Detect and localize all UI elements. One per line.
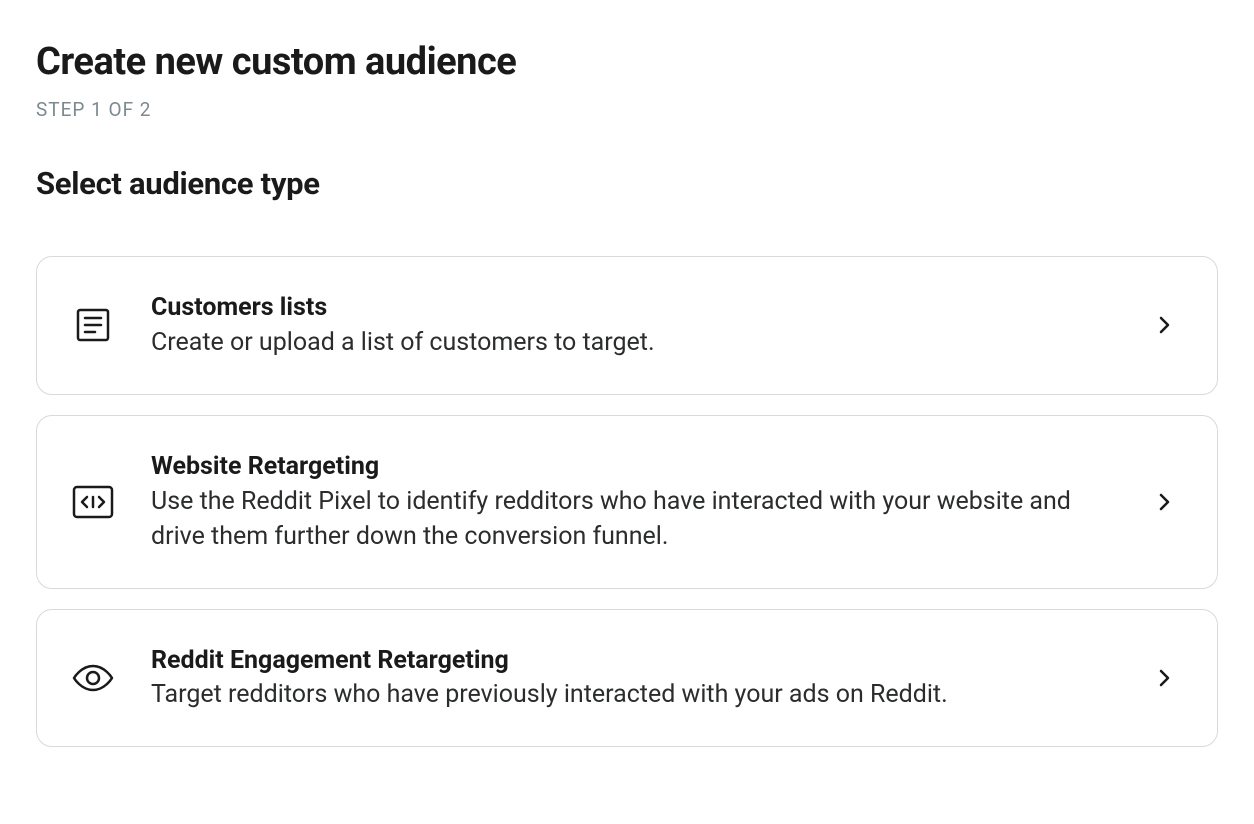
option-description: Use the Reddit Pixel to identify reddito… xyxy=(151,484,1129,554)
option-text: Reddit Engagement Retargeting Target red… xyxy=(115,644,1153,713)
option-title: Customers lists xyxy=(151,291,1129,325)
option-customers-lists[interactable]: Customers lists Create or upload a list … xyxy=(36,256,1218,395)
option-reddit-engagement-retargeting[interactable]: Reddit Engagement Retargeting Target red… xyxy=(36,609,1218,748)
code-icon xyxy=(71,480,115,524)
page-title: Create new custom audience xyxy=(36,40,1218,84)
chevron-right-icon xyxy=(1153,490,1177,514)
chevron-right-icon xyxy=(1153,666,1177,690)
option-text: Website Retargeting Use the Reddit Pixel… xyxy=(115,450,1153,554)
option-description: Create or upload a list of customers to … xyxy=(151,325,1129,360)
option-website-retargeting[interactable]: Website Retargeting Use the Reddit Pixel… xyxy=(36,415,1218,589)
eye-icon xyxy=(71,656,115,700)
step-indicator: STEP 1 OF 2 xyxy=(36,98,1218,121)
list-icon xyxy=(71,303,115,347)
audience-type-options: Customers lists Create or upload a list … xyxy=(36,256,1218,747)
option-text: Customers lists Create or upload a list … xyxy=(115,291,1153,360)
option-title: Reddit Engagement Retargeting xyxy=(151,644,1129,678)
section-title: Select audience type xyxy=(36,165,1218,202)
option-title: Website Retargeting xyxy=(151,450,1129,484)
option-description: Target redditors who have previously int… xyxy=(151,677,1129,712)
chevron-right-icon xyxy=(1153,313,1177,337)
